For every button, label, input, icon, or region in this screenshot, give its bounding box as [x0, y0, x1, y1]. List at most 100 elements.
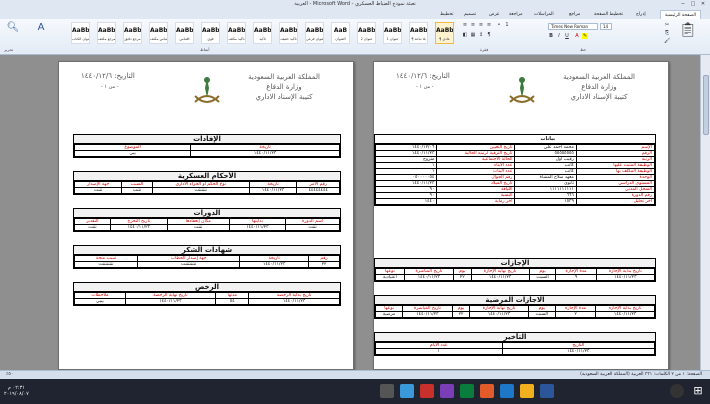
record-section: التأخير عدد الأيام التاريخ ١ ١٤٤٠/١١/٢٣ — [374, 332, 656, 356]
close-button[interactable]: ✕ — [698, 0, 708, 8]
style-item[interactable]: AaBbCcDd اقتباس — [175, 22, 194, 44]
find-icon[interactable]: 🔍︎ — [4, 22, 22, 44]
style-sample: AaBbCcDd — [150, 27, 167, 34]
table-header-row: نوعها تاريخ المباشرة يوم تاريخ نهاية الإجاز… — [374, 305, 655, 312]
tab-design[interactable]: تصميم — [460, 10, 480, 19]
table-cell: ١٤٤٠/١١/٢٣ — [501, 348, 656, 355]
minimize-button[interactable]: ─ — [678, 0, 688, 8]
zoom-level[interactable]: ٪٥٠ — [6, 372, 13, 377]
vs-icon[interactable] — [440, 384, 454, 398]
store-icon[interactable] — [400, 384, 414, 398]
font-color-icon[interactable]: A — [574, 33, 580, 39]
style-item[interactable]: AaBbCc عنوان 2 — [357, 22, 376, 44]
style-item[interactable]: AaBbCcDd تأكيد خفيف — [279, 22, 298, 44]
settings-icon[interactable] — [380, 384, 394, 398]
bold-icon[interactable]: B — [548, 33, 554, 39]
style-item[interactable]: AaBbCcDc ¶ عادي — [435, 22, 454, 44]
maximize-button[interactable]: □ — [688, 0, 698, 8]
style-item[interactable]: AaBbCcDc مرجع مكثف — [97, 22, 116, 44]
tab-insert[interactable]: إدراج — [632, 10, 650, 19]
header-line: المملكة العربية السعودية — [563, 73, 635, 81]
info-section: بيانات ١٤٤٠/١٢/٠٦ تاريخ التعيين محمد احمد … — [374, 134, 656, 206]
table-cell: ٢ — [554, 311, 597, 318]
italic-icon[interactable]: I — [556, 33, 562, 39]
style-item[interactable]: AaBbCcDc عنوان الكتاب — [71, 22, 90, 44]
style-item[interactable]: AaBbCcDd تأكيد مكثف — [227, 22, 246, 44]
table-cell: ١٤٤٠/١١/٢٣ — [190, 150, 340, 157]
tab-layout[interactable]: تخطيط — [436, 10, 457, 19]
cut-icon[interactable]: ✂ — [664, 22, 670, 28]
table-header-row: نوعها تاريخ المباشرة يوم تاريخ نهاية الإجاز… — [375, 268, 656, 275]
header-line: كتيبة الإسناد الاداري — [255, 93, 313, 101]
highlight-icon[interactable]: ✎ — [582, 33, 588, 39]
align-center-icon[interactable]: ≡ — [470, 22, 476, 28]
tab-page-layout[interactable]: تخطيط الصفحة — [590, 10, 627, 19]
style-sample: AaBbCc — [358, 27, 375, 34]
style-name: قوي — [207, 37, 214, 41]
align-left-icon[interactable]: ≡ — [478, 22, 484, 28]
borders-icon[interactable]: ▦ — [470, 32, 476, 38]
style-name: تأكيد خفيف — [280, 37, 297, 41]
word-icon[interactable] — [540, 384, 554, 398]
style-name: مرجع مكثف — [98, 37, 115, 41]
table-cell: ٩ — [555, 274, 597, 281]
change-styles-icon[interactable]: A — [32, 22, 50, 44]
justify-icon[interactable]: ≡ — [486, 22, 492, 28]
vertical-scrollbar[interactable] — [700, 55, 710, 370]
table-cell: ١٤٤٠/١١/٢٣ — [239, 261, 310, 268]
chrome-icon[interactable] — [480, 384, 494, 398]
editing-group-label: تحرير — [4, 47, 14, 52]
record-section: شهادات الشكر سبب منحة جهة إصدار الخطاب تاري… — [73, 245, 341, 269]
status-bar: الصفحة: ١ من ٢ الكلمات: ٣٣١ العربية (الم… — [0, 370, 710, 379]
style-item[interactable]: AaBbCcDd قوي — [201, 22, 220, 44]
format-painter-icon[interactable]: 🖌︎ — [664, 38, 670, 44]
scroll-thumb[interactable] — [703, 75, 709, 135]
bullets-icon[interactable]: • — [496, 22, 502, 28]
file-explorer-icon[interactable] — [520, 384, 534, 398]
tab-home[interactable]: الصفحة الرئيسية — [660, 10, 702, 19]
section-table: جهة الإصدار السبب نوع الحكم أو الجزاء الأد… — [73, 181, 340, 194]
page-header: المملكة العربية السعودية وزارة الدفاع كت… — [229, 72, 339, 102]
tab-review[interactable]: مراجعة — [505, 10, 527, 19]
show-marks-icon[interactable]: ¶ — [486, 32, 492, 38]
tab-view[interactable]: عرض — [485, 10, 504, 19]
style-name: عنوان الكتاب — [72, 37, 89, 41]
table-cell: تتتت — [73, 187, 123, 194]
style-item[interactable]: AaBbCcDc ¶ بلا تباعد — [409, 22, 428, 44]
edge-icon[interactable] — [500, 384, 514, 398]
style-item[interactable]: AaBbCcDc مرجع دقيق — [123, 22, 142, 44]
style-item[interactable]: AaBbCc عنوان فرعي — [305, 22, 324, 44]
table-row: تتتت تتتت تتتتتتت ١٤٤٠/١١/٢٣ ٤٤٤٤٤٤٤٤ — [73, 187, 340, 194]
start-icon[interactable]: ⊞ — [690, 383, 706, 399]
numbering-icon[interactable]: 1 — [504, 22, 510, 28]
style-item[interactable]: AaBbCcDd تأكيد — [253, 22, 272, 44]
style-item[interactable]: AaBbC عنوان 1 — [383, 22, 402, 44]
font-name-select[interactable]: Times New Roman — [548, 23, 598, 30]
underline-icon[interactable]: U — [564, 33, 570, 39]
style-sample: AaBbCcDc — [124, 27, 141, 34]
table-cell: ١٤٤٠/١١/٢٣ — [124, 298, 217, 305]
paste-icon[interactable]: 📋︎ — [676, 22, 700, 46]
tab-references[interactable]: مراجع — [565, 10, 584, 19]
record-section: الإفادات الموضوع تاريخة يبي ١٤٤٠/١١/٢٣ — [73, 134, 341, 158]
table-cell: ٤٤٤٤٤٤٤٤ — [296, 187, 340, 194]
shading-icon[interactable]: ◧ — [462, 32, 468, 38]
font-size-select[interactable]: 14 — [600, 23, 612, 30]
paragraph-group-label: فقرة — [480, 47, 489, 52]
search-icon[interactable] — [670, 384, 684, 398]
taskbar-clock[interactable]: ٠٢:٣١ م ٢٠١٩/٠٨/٠٧ — [4, 385, 29, 397]
style-name: عنوان 2 — [360, 37, 373, 41]
excel-icon[interactable] — [460, 384, 474, 398]
style-item[interactable]: AaB العنوان — [331, 22, 350, 44]
document-workspace[interactable]: التاريخ: ١٤٤٠/١٢/٦ - من ١ - المملكة العر… — [0, 55, 700, 370]
access-icon[interactable] — [420, 384, 434, 398]
table-cell: ١٤٤٠/١١/٢٣ — [469, 311, 529, 318]
style-item[interactable]: AaBbCcDd اقتباس مكثف — [149, 22, 168, 44]
copy-icon[interactable]: ⎘ — [664, 30, 670, 36]
tab-mailings[interactable]: المراسلات — [530, 10, 558, 19]
sort-icon[interactable]: ↕ — [478, 32, 484, 38]
table-row: ١ ١٤٤٠/١١/٢٣ — [375, 348, 656, 355]
align-right-icon[interactable]: ≡ — [462, 22, 468, 28]
table-cell: يييي — [74, 298, 126, 305]
table-row: اعتيادية ١٤٤٠/١١/٢٣ ٢٢ ١٤٤٠/١١/٢٣ السبت ٩ ١٤٤٠… — [375, 274, 656, 281]
